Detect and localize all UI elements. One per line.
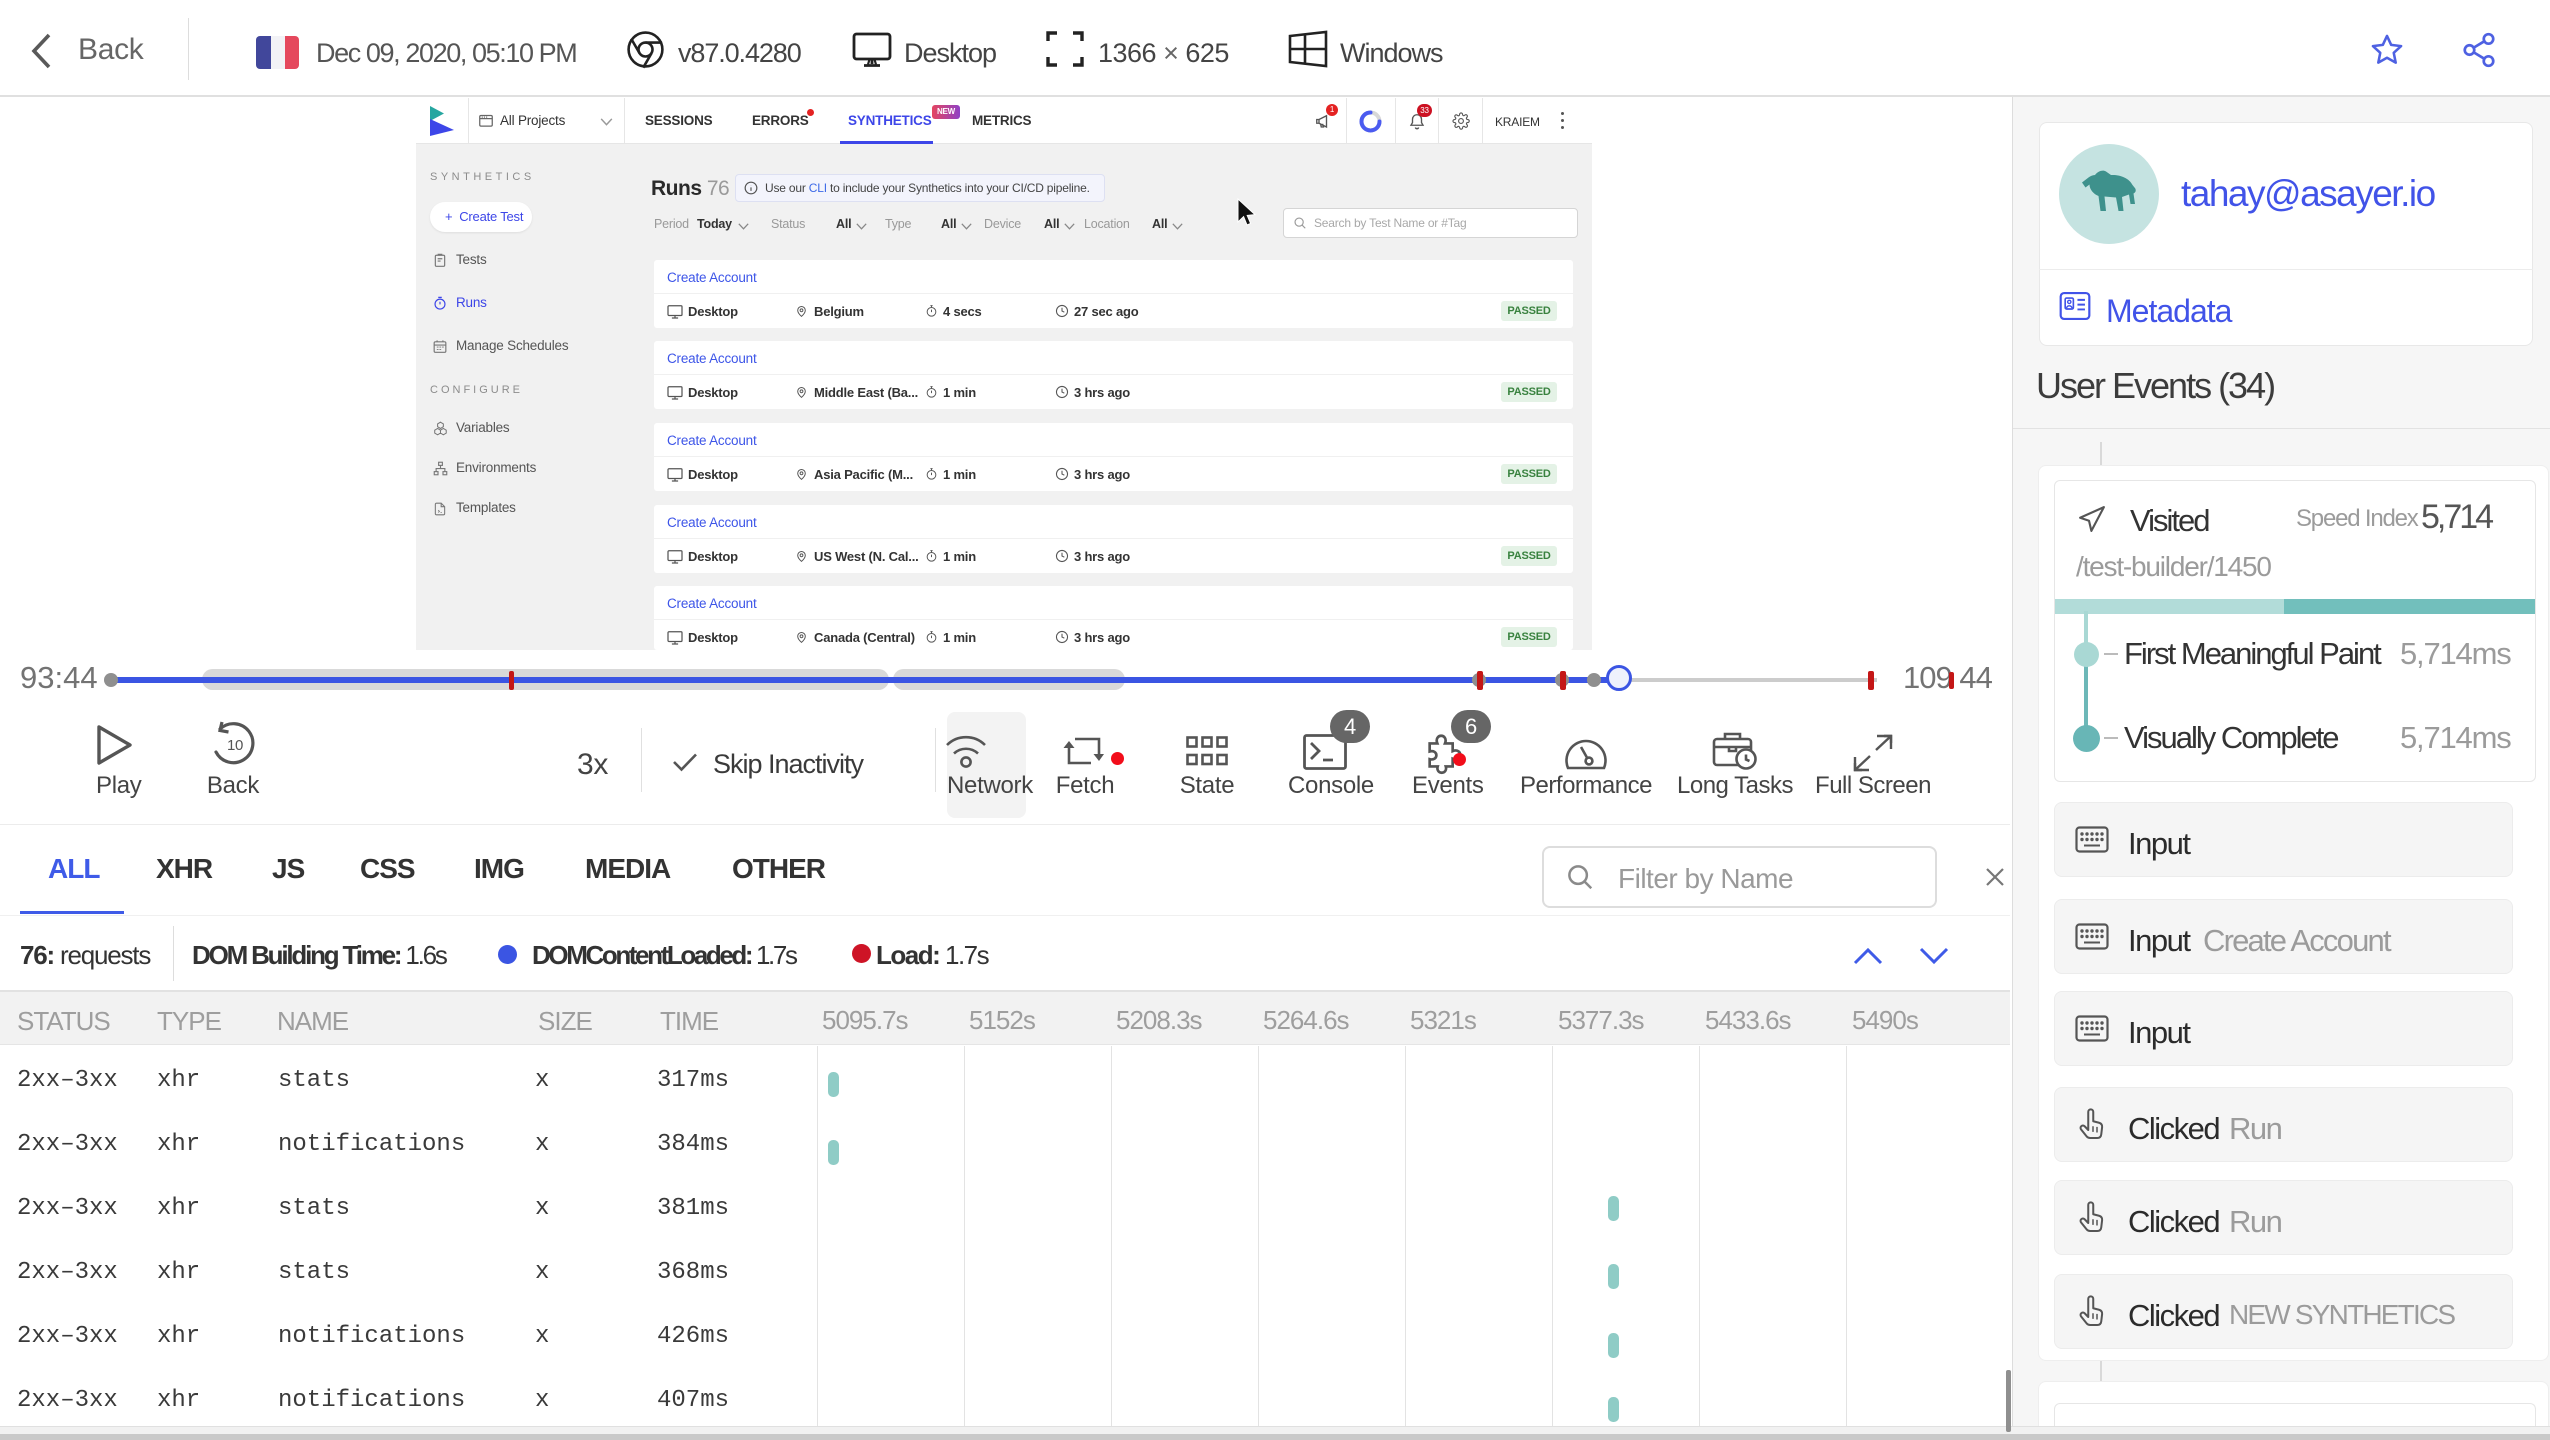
- svg-text:10: 10: [227, 737, 243, 754]
